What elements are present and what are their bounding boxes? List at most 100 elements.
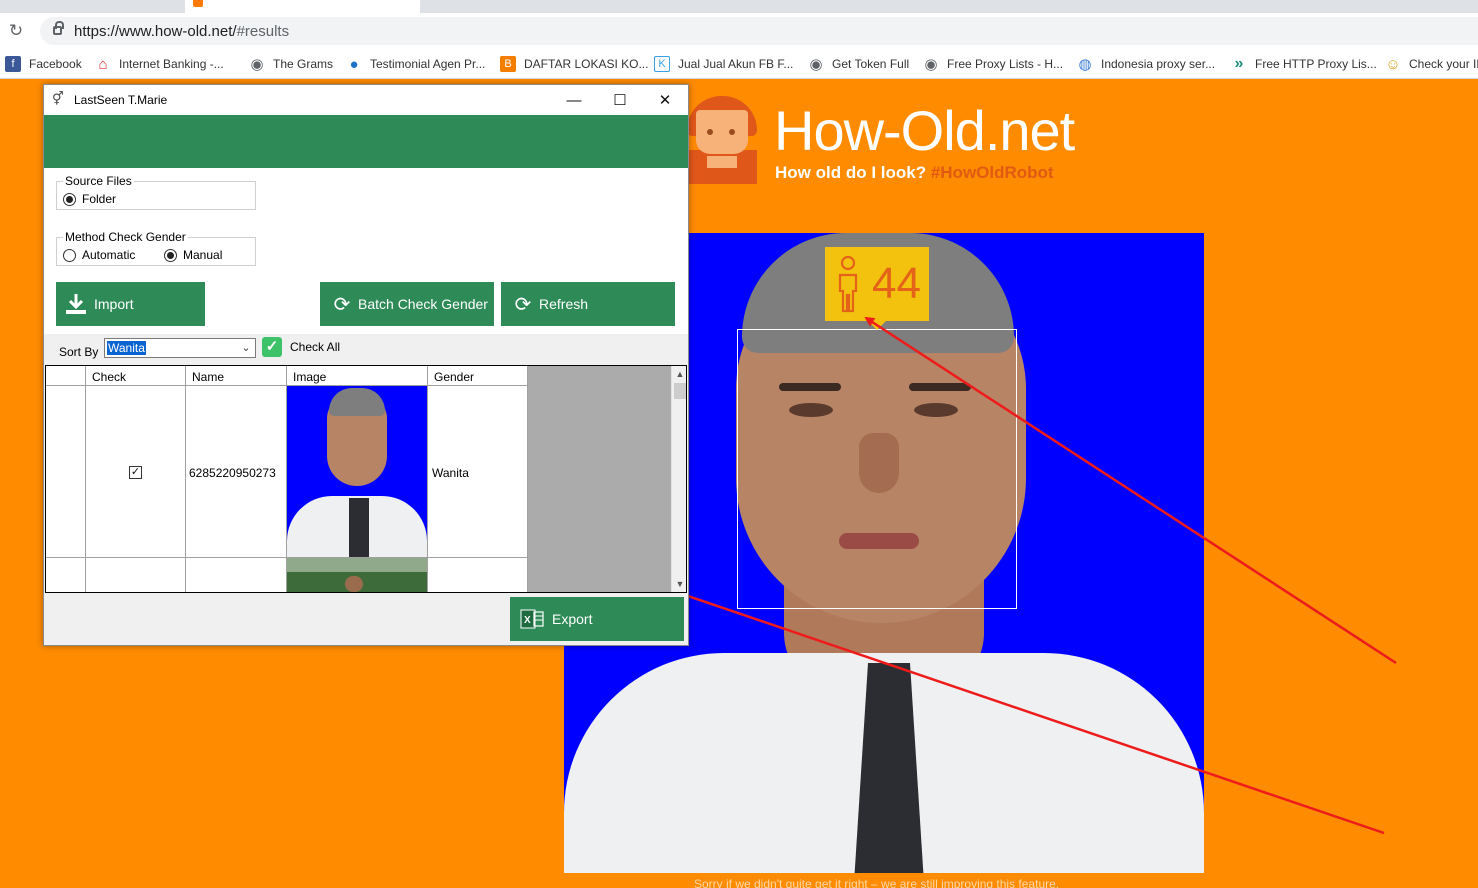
gender-symbol-icon: ⚥	[52, 91, 64, 106]
facebook-icon: f	[5, 56, 21, 72]
url-text[interactable]: https://www.how-old.net/#results	[74, 23, 289, 40]
bookmark-label: The Grams	[273, 57, 334, 71]
bookmark-free-proxy[interactable]: ◉ Free Proxy Lists - H...	[923, 55, 1063, 73]
refresh-button[interactable]: ⟳ Refresh	[501, 282, 675, 326]
table-row-gender-cell[interactable]: Wanita	[428, 386, 528, 558]
minimize-button[interactable]: —	[551, 85, 597, 115]
browser-toolbar: ↻ https://www.how-old.net/#results	[0, 13, 1478, 49]
url-hash: #results	[236, 23, 290, 40]
radio-folder-label: Folder	[82, 192, 117, 206]
table-row-gender-cell[interactable]	[428, 558, 528, 592]
lock-icon	[53, 21, 64, 35]
bookmark-internet-banking[interactable]: ⌂ Internet Banking -...	[95, 55, 224, 73]
radio-dot	[63, 248, 76, 262]
sort-by-dropdown[interactable]: Wanita ⌄	[104, 338, 256, 358]
results-grid: Check Name Image Gender ✓ 6285220950273 …	[45, 365, 687, 593]
row-thumbnail	[287, 386, 427, 557]
bookmark-facebook[interactable]: f Facebook	[5, 55, 82, 73]
check-all-checkbox[interactable]: ✓	[262, 337, 282, 357]
sort-by-label: Sort By	[59, 345, 99, 359]
svg-text:X: X	[524, 615, 531, 626]
batch-check-gender-label: Batch Check Gender	[358, 296, 488, 312]
bookmark-label: Internet Banking -...	[119, 57, 224, 71]
refresh-label: Refresh	[539, 296, 589, 312]
site-subtitle: How old do I look? #HowOldRobot	[775, 163, 1054, 183]
bookmark-label: DAFTAR LOKASI KO...	[524, 57, 649, 71]
lastseen-window: ⚥ LastSeen T.Marie — ☐ ✕ Source Files Fo…	[43, 84, 689, 646]
export-label: Export	[552, 611, 593, 627]
tab-favicon-icon	[193, 0, 203, 7]
radio-manual-label: Manual	[183, 248, 223, 262]
row-name: 6285220950273	[189, 466, 276, 480]
row-header-cell[interactable]	[46, 386, 86, 558]
browser-tab-active[interactable]	[185, 0, 420, 13]
chevrons-icon: »	[1231, 55, 1247, 72]
pin-icon: ●	[346, 56, 362, 73]
row-checkbox[interactable]: ✓	[129, 466, 142, 479]
globe-icon: ◉	[923, 56, 939, 73]
scroll-down-icon[interactable]: ▼	[672, 576, 686, 592]
table-row-image-cell[interactable]	[287, 386, 428, 558]
radio-automatic-label: Automatic	[82, 248, 136, 262]
bookmark-label: Testimonial Agen Pr...	[370, 57, 486, 71]
excel-icon: X	[520, 607, 544, 631]
world-icon: ◍	[1077, 56, 1093, 73]
batch-check-gender-button[interactable]: ⟳ Batch Check Gender	[320, 282, 494, 326]
url-host: https://www.how-old.net/	[74, 23, 237, 40]
bookmark-jual-akun[interactable]: K Jual Jual Akun FB F...	[654, 55, 793, 73]
source-files-legend: Source Files	[65, 174, 132, 188]
bookmark-label: Check your IP	[1409, 57, 1478, 71]
bookmark-check-ip[interactable]: ☺ Check your IP	[1385, 55, 1478, 73]
bookmark-free-http-proxy[interactable]: » Free HTTP Proxy Lis...	[1231, 55, 1377, 73]
grid-vertical-scrollbar[interactable]: ▲ ▼	[671, 366, 686, 592]
age-value: 44	[872, 259, 921, 308]
export-button[interactable]: X Export	[510, 597, 684, 641]
person-icon	[838, 255, 858, 313]
method-check-gender-legend: Method Check Gender	[65, 230, 186, 244]
site-footnote: Sorry if we didn't quite get it right – …	[694, 877, 1060, 888]
bookmark-indonesia-proxy[interactable]: ◍ Indonesia proxy ser...	[1077, 55, 1215, 73]
import-button[interactable]: Import	[56, 282, 205, 326]
refresh-icon: ⟳	[514, 293, 532, 316]
row-gender: Wanita	[432, 466, 469, 480]
bookmark-label: Facebook	[29, 57, 82, 71]
table-row-name-cell[interactable]: 6285220950273	[186, 386, 287, 558]
chevron-down-icon: ⌄	[241, 342, 251, 354]
radio-automatic[interactable]: Automatic	[63, 248, 135, 262]
window-titlebar[interactable]: ⚥ LastSeen T.Marie — ☐ ✕	[44, 85, 688, 115]
table-row-check-cell[interactable]	[86, 558, 186, 592]
refresh-icon: ⟳	[333, 293, 351, 316]
bookmark-label: Get Token Full	[832, 57, 910, 71]
close-button[interactable]: ✕	[642, 85, 688, 115]
column-header-gender[interactable]: Gender	[428, 366, 528, 386]
site-hashtag[interactable]: #HowOldRobot	[931, 163, 1054, 182]
radio-dot	[63, 192, 76, 206]
bookmark-daftar-lokasi[interactable]: B DAFTAR LOKASI KO...	[500, 55, 648, 73]
reload-icon[interactable]: ↻	[7, 22, 25, 40]
sort-by-value: Wanita	[107, 341, 146, 355]
row-header-cell[interactable]	[46, 558, 86, 592]
how-old-logo-icon	[683, 96, 761, 184]
table-row-name-cell[interactable]	[186, 558, 287, 592]
bookmark-the-grams[interactable]: ◉ The Grams	[249, 55, 333, 73]
column-header-name[interactable]: Name	[186, 366, 287, 386]
bookmark-label: Indonesia proxy ser...	[1101, 57, 1216, 71]
face-icon: ☺	[1385, 55, 1401, 73]
scrollbar-thumb[interactable]	[674, 383, 686, 399]
window-title: LastSeen T.Marie	[74, 93, 168, 107]
radio-manual[interactable]: Manual	[164, 248, 222, 262]
radio-folder[interactable]: Folder	[63, 192, 116, 206]
maximize-button[interactable]: ☐	[597, 85, 643, 115]
row-thumbnail	[287, 558, 427, 592]
bookmark-get-token[interactable]: ◉ Get Token Full	[808, 55, 909, 73]
table-row-check-cell[interactable]: ✓	[86, 386, 186, 558]
bookmarks-bar: f Facebook ⌂ Internet Banking -... ◉ The Gr…	[0, 49, 1478, 79]
address-bar[interactable]: https://www.how-old.net/#results	[40, 17, 1478, 45]
column-header-image[interactable]: Image	[287, 366, 428, 386]
face-detection-box	[737, 329, 1017, 609]
column-header-check[interactable]: Check	[86, 366, 186, 386]
bookmark-testimonial[interactable]: ● Testimonial Agen Pr...	[346, 55, 485, 73]
table-row-image-cell[interactable]	[287, 558, 428, 592]
row-header-column	[46, 366, 86, 386]
scroll-up-icon[interactable]: ▲	[672, 366, 686, 382]
